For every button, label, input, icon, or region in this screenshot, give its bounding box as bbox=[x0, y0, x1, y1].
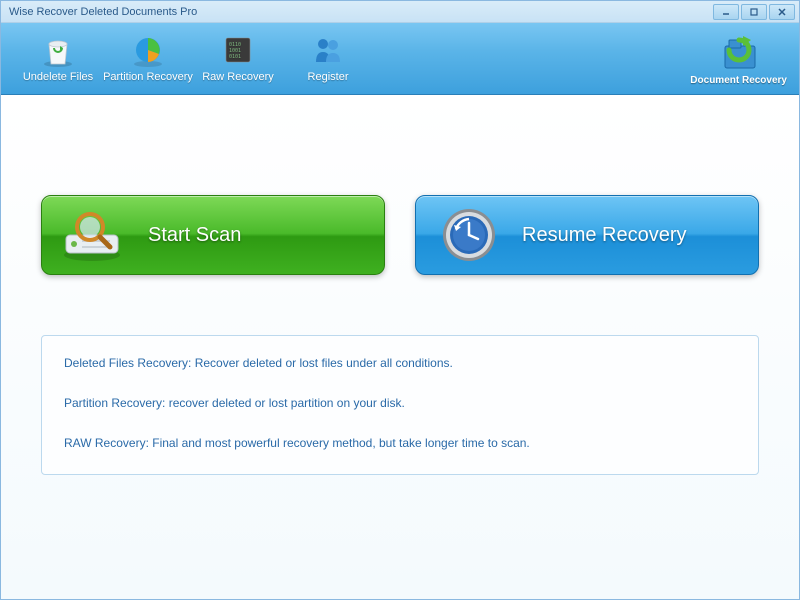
svg-text:0101: 0101 bbox=[229, 54, 241, 60]
resume-recovery-button[interactable]: Resume Recovery bbox=[415, 195, 759, 275]
info-panel: Deleted Files Recovery: Recover deleted … bbox=[41, 335, 759, 475]
toolbar-label: Partition Recovery bbox=[103, 71, 193, 83]
main-content: Start Scan Resume Recovery Deleted Files… bbox=[1, 95, 799, 599]
toolbar-undelete-files[interactable]: Undelete Files bbox=[13, 33, 103, 83]
close-button[interactable] bbox=[769, 4, 795, 20]
toolbar: Undelete Files Partition Recovery 0110 1… bbox=[1, 23, 799, 95]
window-title: Wise Recover Deleted Documents Pro bbox=[5, 6, 713, 18]
close-icon bbox=[777, 7, 787, 17]
action-buttons: Start Scan Resume Recovery bbox=[41, 195, 759, 275]
logo-text: Document Recovery bbox=[690, 75, 787, 86]
info-raw-recovery: RAW Recovery: Final and most powerful re… bbox=[64, 436, 736, 450]
start-scan-label: Start Scan bbox=[142, 224, 366, 247]
info-deleted-files: Deleted Files Recovery: Recover deleted … bbox=[64, 356, 736, 370]
window-controls bbox=[713, 4, 795, 20]
start-scan-button[interactable]: Start Scan bbox=[41, 195, 385, 275]
titlebar: Wise Recover Deleted Documents Pro bbox=[1, 1, 799, 23]
app-logo: Document Recovery bbox=[690, 31, 787, 86]
toolbar-register[interactable]: Register bbox=[283, 33, 373, 83]
clock-restore-icon bbox=[434, 203, 504, 267]
recycle-bin-icon bbox=[38, 33, 78, 69]
users-icon bbox=[308, 33, 348, 69]
toolbar-label: Undelete Files bbox=[23, 71, 93, 83]
minimize-icon bbox=[721, 7, 731, 17]
document-recovery-icon bbox=[714, 31, 764, 75]
toolbar-raw-recovery[interactable]: 0110 1001 0101 Raw Recovery bbox=[193, 33, 283, 83]
maximize-button[interactable] bbox=[741, 4, 767, 20]
info-partition-recovery: Partition Recovery: recover deleted or l… bbox=[64, 396, 736, 410]
toolbar-partition-recovery[interactable]: Partition Recovery bbox=[103, 33, 193, 83]
toolbar-label: Register bbox=[308, 71, 349, 83]
resume-recovery-label: Resume Recovery bbox=[516, 224, 740, 247]
toolbar-label: Raw Recovery bbox=[202, 71, 274, 83]
maximize-icon bbox=[749, 7, 759, 17]
pie-chart-icon bbox=[128, 33, 168, 69]
binary-data-icon: 0110 1001 0101 bbox=[218, 33, 258, 69]
hard-drive-scan-icon bbox=[60, 203, 130, 267]
minimize-button[interactable] bbox=[713, 4, 739, 20]
